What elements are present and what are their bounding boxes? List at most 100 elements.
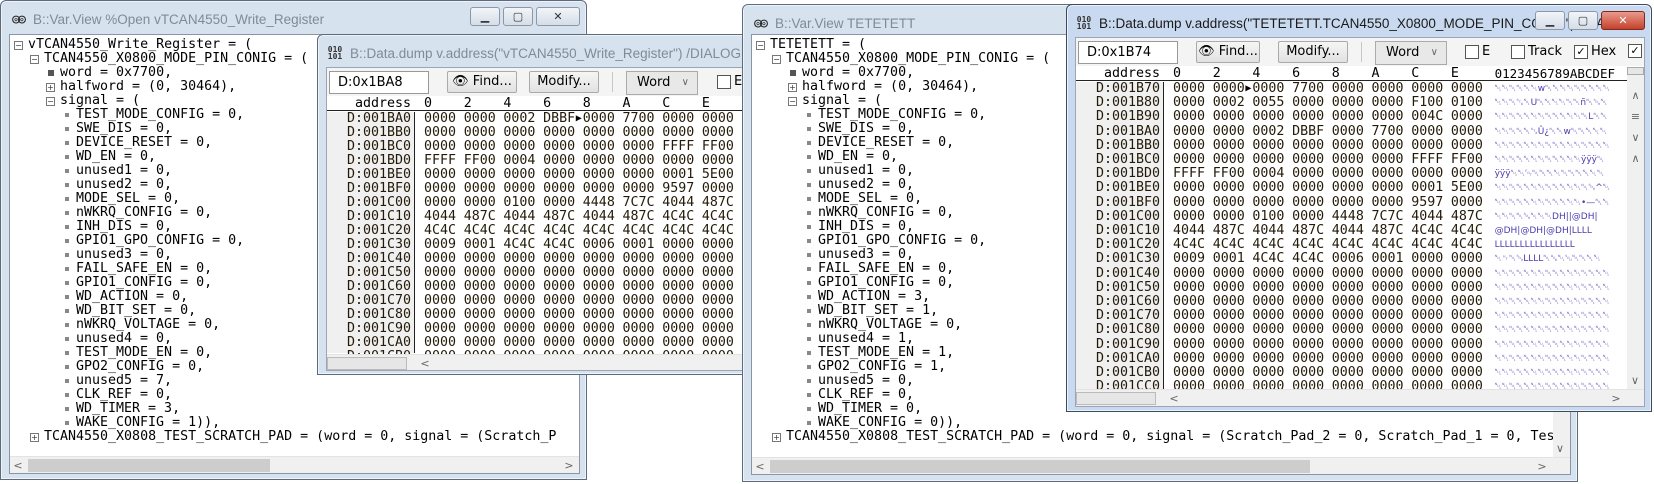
hex-cell[interactable]: 0000 xyxy=(583,280,615,294)
expand-icon[interactable]: + xyxy=(46,82,55,92)
hex-cell[interactable]: 0000 xyxy=(1451,294,1483,309)
hex-cell[interactable]: 0000 xyxy=(662,322,694,336)
hex-cell[interactable]: 0000 xyxy=(583,322,615,336)
hex-cell[interactable]: 0000 xyxy=(1252,266,1284,281)
hex-cell[interactable]: 0000 xyxy=(1173,95,1205,110)
hex-cell[interactable]: 4C4C xyxy=(1252,252,1284,266)
hex-cell[interactable]: 0000 xyxy=(464,196,496,210)
hex-cell[interactable]: 0000 xyxy=(702,280,734,294)
dump-row[interactable]: D:001C00 0000 0000 0100 0000 4448 7C7C 4044 487C xyxy=(327,196,779,210)
hex-cell[interactable]: 0000 xyxy=(1332,181,1364,195)
hex-cell[interactable]: 0000 xyxy=(702,294,734,308)
hex-cell[interactable]: 0000 xyxy=(1372,166,1404,181)
dump-row[interactable]: D:001C30 0009 0001 4C4C 4C4C 0006 0001 0000 0000… xyxy=(1076,252,1627,266)
hex-cell[interactable]: 0000 xyxy=(464,336,496,350)
expand-icon[interactable]: + xyxy=(772,432,781,442)
hex-cell[interactable]: 0000 xyxy=(1213,195,1245,210)
scroll-up-arrow-icon[interactable]: ∧ xyxy=(1627,89,1644,102)
collapse-icon[interactable]: − xyxy=(14,40,23,50)
hex-cell[interactable]: 0000 xyxy=(464,168,496,182)
dump-row[interactable]: D:001C10 4044 487C 4044 487C 4044 487C 4C4C 4C4C… xyxy=(1076,223,1627,238)
hex-cell[interactable]: 0001 xyxy=(1372,252,1404,266)
hex-cell[interactable]: 0000 xyxy=(1332,152,1364,167)
hex-cell[interactable]: 0000 xyxy=(543,294,575,308)
dump-row[interactable]: D:001BD0 FFFF FF00 0004 0000 0000 0000 0000 0000 xyxy=(327,154,779,168)
hex-cell[interactable]: 0000 xyxy=(1292,280,1324,295)
dump-row[interactable]: D:001BE0 0000 0000 0000 0000 0000 0000 0001 5E00… xyxy=(1076,181,1627,195)
hex-cell[interactable]: 0000 xyxy=(1252,152,1284,167)
hex-cell[interactable]: 0000 xyxy=(1411,365,1443,380)
hex-cell[interactable]: 0000 xyxy=(1252,337,1284,352)
hex-cell[interactable]: 0000 xyxy=(1292,138,1324,153)
hex-cell[interactable]: 0000 xyxy=(1451,124,1483,139)
hex-cell[interactable]: 0000 xyxy=(543,168,575,182)
hex-cell[interactable]: 0000 xyxy=(1213,351,1245,366)
scroll-right-arrow-icon[interactable]: > xyxy=(561,457,577,473)
hex-cell[interactable]: 0000 xyxy=(583,154,615,168)
dump-row[interactable]: D:001B80 0000 0002 0055 0000 0000 0000 F100 0100… xyxy=(1076,95,1627,110)
hex-cell[interactable]: 0000 xyxy=(1292,195,1324,210)
tree-line[interactable]: CLK_REF = 0, xyxy=(10,388,579,402)
hex-cell[interactable]: 0000 xyxy=(702,266,734,280)
maximize-button[interactable]: ▢ xyxy=(503,7,533,26)
hex-cell[interactable]: 0000 xyxy=(543,280,575,294)
scroll-left-arrow-icon[interactable]: < xyxy=(10,457,26,473)
hex-cell[interactable]: 0000 xyxy=(1411,138,1443,153)
hex-cell[interactable]: 0000 xyxy=(1213,124,1245,139)
vertical-scrollbar[interactable]: ∧ ≡ ∨ ∧ ∨ xyxy=(1627,67,1644,389)
dump-rows[interactable]: D:001BA0 0000 0000 0002 DBBF 0000 7700 0000 0000… xyxy=(327,112,779,364)
hex-cell[interactable]: 0000 xyxy=(623,308,655,322)
hex-cell[interactable]: 4C4C xyxy=(1213,237,1245,252)
hex-cell[interactable]: 4C4C xyxy=(702,224,734,238)
hex-cell[interactable]: 4C4C xyxy=(662,224,694,238)
hex-cell[interactable]: 0000 xyxy=(702,336,734,350)
hex-cell[interactable]: 0000 xyxy=(702,182,734,196)
hex-cell[interactable]: 0000 xyxy=(1372,280,1404,295)
hex-cell[interactable]: 0000 xyxy=(1252,365,1284,380)
hex-cell[interactable]: 0000 xyxy=(1292,337,1324,352)
hex-cell[interactable]: 4C4C xyxy=(1411,223,1443,238)
hex-cell[interactable]: 0000 xyxy=(623,266,655,280)
hex-cell[interactable]: 4044 xyxy=(583,210,615,224)
hex-cell[interactable]: 4C4C xyxy=(1292,252,1324,266)
hex-cell[interactable]: DBBF xyxy=(1292,124,1324,139)
dump-row[interactable]: D:001CA0 0000 0000 0000 0000 0000 0000 0000 0000 xyxy=(327,336,779,350)
hex-cell[interactable]: 0000 xyxy=(424,252,456,266)
hex-cell[interactable]: 0000 xyxy=(1213,308,1245,323)
hex-cell[interactable]: 0000 xyxy=(1372,337,1404,352)
hex-cell[interactable]: 0001 xyxy=(623,238,655,252)
hex-cell[interactable]: 0000 xyxy=(543,266,575,280)
data-dump-window-tetetett[interactable]: 010 101 B::Data.dump v.address("TETETETT.… xyxy=(1066,4,1652,412)
hex-cell[interactable]: 0000 xyxy=(623,322,655,336)
hex-cell[interactable]: 0000 xyxy=(1173,308,1205,323)
hex-cell[interactable]: 0000 xyxy=(1173,110,1205,124)
hex-cell[interactable]: 7700 xyxy=(623,112,655,126)
hex-cell[interactable]: 0000 xyxy=(1411,308,1443,323)
hex-cell[interactable]: 0000 xyxy=(1332,195,1364,210)
hex-cell[interactable]: 4C4C xyxy=(464,224,496,238)
hex-cell[interactable]: 0000 xyxy=(1173,81,1205,96)
hex-cell[interactable]: 0006 xyxy=(583,238,615,252)
hex-cell[interactable]: 0000 xyxy=(1213,81,1245,96)
collapse-icon[interactable]: − xyxy=(46,96,55,106)
checkbox-box[interactable] xyxy=(1511,44,1525,59)
dump-row[interactable]: D:001BF0 0000 0000 0000 0000 0000 0000 9597 0000… xyxy=(1076,195,1627,210)
hex-cell[interactable]: 0000 xyxy=(1372,323,1404,337)
hex-cell[interactable]: 0000 xyxy=(464,294,496,308)
hex-cell[interactable]: 7C7C xyxy=(623,196,655,210)
dump-row[interactable]: D:001B90 0000 0000 0000 0000 0000 0000 004C 0000… xyxy=(1076,110,1627,124)
hex-cell[interactable]: 0000 xyxy=(1372,351,1404,366)
hex-cell[interactable]: 0000 xyxy=(583,336,615,350)
hex-cell[interactable]: 9597 xyxy=(662,182,694,196)
hex-cell[interactable]: 4C4C xyxy=(503,224,535,238)
minimize-button[interactable]: ▁ xyxy=(470,7,500,26)
hex-cell[interactable]: 0000 xyxy=(1173,181,1205,195)
dump-row[interactable]: D:001BC0 0000 0000 0000 0000 0000 0000 FFFF FF00… xyxy=(1076,152,1627,167)
hex-cell[interactable]: 0000 xyxy=(1372,294,1404,309)
hex-cell[interactable]: 4C4C xyxy=(1451,223,1483,238)
hex-cell[interactable]: F100 xyxy=(1411,95,1443,110)
hex-cell[interactable]: 0000 xyxy=(1451,266,1483,281)
hex-cell[interactable]: 0000 xyxy=(464,266,496,280)
hex-cell[interactable]: 487C xyxy=(1213,223,1245,238)
collapse-icon[interactable]: − xyxy=(788,96,797,106)
